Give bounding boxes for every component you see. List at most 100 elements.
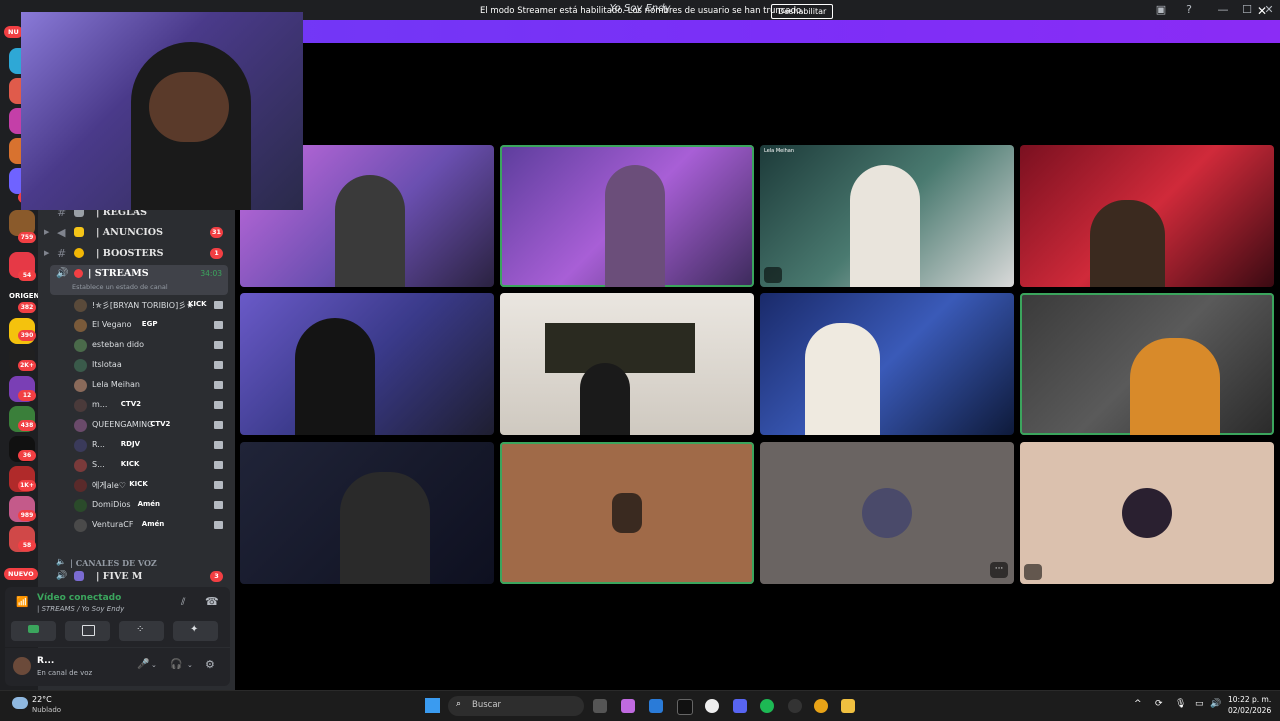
settings-gear-icon[interactable]: ⚙ <box>205 658 215 671</box>
file-explorer-icon[interactable] <box>841 699 855 713</box>
channel-anuncios[interactable]: ▶ ◀ | ANUNCIOS 31 <box>38 223 235 243</box>
streamer-face <box>149 72 229 142</box>
taskbar: 22°C Nublado ⌕ Buscar ^ ⟳ 🎙 ▭ 🔊 10:22 p.… <box>0 690 1280 721</box>
avatar <box>74 459 87 472</box>
chevron-down-icon[interactable]: ⌄ <box>151 661 157 669</box>
banner-close-icon[interactable]: ✕ <box>1257 4 1267 18</box>
voice-user-row[interactable]: Lela Meihan <box>38 376 235 396</box>
video-tile[interactable] <box>1020 145 1274 287</box>
avatar <box>74 479 87 492</box>
spotify-icon[interactable] <box>760 699 774 713</box>
weather-description[interactable]: Nublado <box>32 706 61 714</box>
voice-user-row[interactable]: QUEENGAMING CTV2 <box>38 416 235 436</box>
new-badge-bottom[interactable]: NUEVO <box>4 568 38 580</box>
voice-user-row[interactable]: DomiDios Amén <box>38 496 235 516</box>
participant-figure <box>340 472 430 584</box>
voice-user-row[interactable]: esteban dido <box>38 336 235 356</box>
noise-suppression-icon[interactable]: ⫽ <box>181 597 185 608</box>
taskbar-search[interactable]: ⌕ Buscar <box>448 696 584 716</box>
store-icon[interactable] <box>649 699 663 713</box>
video-tile-avatar[interactable] <box>500 442 754 584</box>
video-tile[interactable] <box>500 293 754 435</box>
voice-user-name: VenturaCF <box>92 520 134 529</box>
terminal-icon[interactable] <box>677 699 693 715</box>
voice-location[interactable]: | STREAMS / Yo Soy Endy <box>37 605 124 613</box>
microphone-icon[interactable]: 🎤 <box>137 659 149 670</box>
voice-user-name: QUEENGAMING <box>92 420 154 429</box>
server-badge: 1K+ <box>18 480 36 491</box>
user-status: En canal de voz <box>37 669 93 677</box>
new-badge-top: NU <box>4 26 23 38</box>
voice-user-row[interactable]: S... KICK <box>38 456 235 476</box>
copilot-icon[interactable] <box>621 699 635 713</box>
server-text-origen[interactable]: ORIGEN <box>9 292 39 300</box>
channel-boosters[interactable]: ▶ # | BOOSTERS 1 <box>38 244 235 264</box>
inbox-icon[interactable]: ▣ <box>1150 2 1172 18</box>
channel-label: | ANUNCIOS <box>96 227 163 238</box>
user-tag: KICK <box>129 480 148 488</box>
camera-on-icon <box>214 481 223 489</box>
network-icon[interactable]: ▭ <box>1195 699 1204 709</box>
server-badge: 390 <box>18 330 36 341</box>
avatar[interactable] <box>13 657 31 675</box>
voice-user-row[interactable]: !✯彡[BRYAN TORIBIO]彡★ KICK <box>38 296 235 316</box>
weather-temperature[interactable]: 22°C <box>32 695 52 704</box>
maximize-button[interactable]: ☐ <box>1236 2 1258 18</box>
clock-date[interactable]: 02/02/2026 <box>1228 706 1271 715</box>
chevron-down-icon[interactable]: ⌄ <box>187 661 193 669</box>
soundboard-button[interactable]: ✦ <box>173 621 218 641</box>
live-dot-icon <box>74 269 83 278</box>
video-tile[interactable] <box>240 293 494 435</box>
participant-figure <box>295 318 375 435</box>
screen-share-icon <box>82 625 95 636</box>
video-tile[interactable] <box>240 442 494 584</box>
user-panel: R... En canal de voz 🎤 ⌄ 🎧 ⌄ ⚙ <box>5 648 230 686</box>
voice-user-row[interactable]: Itslotaa <box>38 356 235 376</box>
microphone-icon[interactable]: 🎙 <box>1175 699 1186 709</box>
video-tile-avatar[interactable]: ··· <box>760 442 1014 584</box>
chevron-right-icon: ▶ <box>44 228 50 236</box>
channel-five-m[interactable]: 🔊 | FIVE M 3 <box>38 567 235 587</box>
video-tile[interactable] <box>760 293 1014 435</box>
voice-user-row[interactable]: 에게ale♡ KICK <box>38 476 235 496</box>
volume-icon[interactable]: 🔊 <box>1210 699 1221 709</box>
user-tag: Amén <box>137 500 161 508</box>
video-tile-avatar[interactable] <box>1020 442 1274 584</box>
participant-name-tag: Lela Meihan <box>764 148 794 154</box>
clock-time[interactable]: 10:22 p. m. <box>1228 695 1271 704</box>
video-tile-speaking[interactable] <box>500 145 754 287</box>
video-tile[interactable]: Lela Meihan <box>760 145 1014 287</box>
app-icon[interactable] <box>705 699 719 713</box>
voice-user-row[interactable]: R... RDJV <box>38 436 235 456</box>
speaker-icon: 🔈 <box>56 557 66 566</box>
activities-button[interactable]: ⁘ <box>119 621 164 641</box>
voice-status: Vídeo conectado <box>37 593 122 603</box>
windows-start-icon[interactable] <box>425 698 440 713</box>
headphones-icon[interactable]: 🎧 <box>170 659 182 670</box>
signal-icon[interactable]: 📶 <box>16 597 28 608</box>
voice-user-row[interactable]: VenturaCF Amén <box>38 516 235 536</box>
screen-share-button[interactable] <box>65 621 110 641</box>
user-tag: KICK <box>120 460 140 468</box>
voice-user-row[interactable]: El Vegano EGP <box>38 316 235 336</box>
task-view-icon[interactable] <box>593 699 607 713</box>
discord-icon[interactable] <box>733 699 747 713</box>
channel-status-prompt[interactable]: Establece un estado de canal <box>72 283 168 291</box>
disable-streamer-button[interactable]: Deshabilitar <box>771 4 834 19</box>
participant-figure <box>1090 200 1165 287</box>
chevron-up-icon[interactable]: ^ <box>1134 699 1142 709</box>
obs-icon[interactable] <box>788 699 802 713</box>
minimize-button[interactable]: — <box>1212 2 1234 18</box>
disconnect-icon[interactable]: ☎ <box>205 595 219 608</box>
sync-icon[interactable]: ⟳ <box>1155 699 1163 709</box>
user-tag: CTV2 <box>120 400 141 408</box>
more-options-icon[interactable]: ··· <box>990 562 1008 578</box>
camera-button[interactable] <box>11 621 56 641</box>
chrome-icon[interactable] <box>814 699 828 713</box>
participant-figure <box>335 175 405 287</box>
unread-badge: 3 <box>210 571 223 582</box>
channel-streams[interactable]: 🔊 | STREAMS 34:03 Establece un estado de… <box>50 265 228 295</box>
video-tile-speaking[interactable] <box>1020 293 1274 435</box>
voice-user-row[interactable]: m... CTV2 <box>38 396 235 416</box>
help-icon[interactable]: ? <box>1178 2 1200 18</box>
